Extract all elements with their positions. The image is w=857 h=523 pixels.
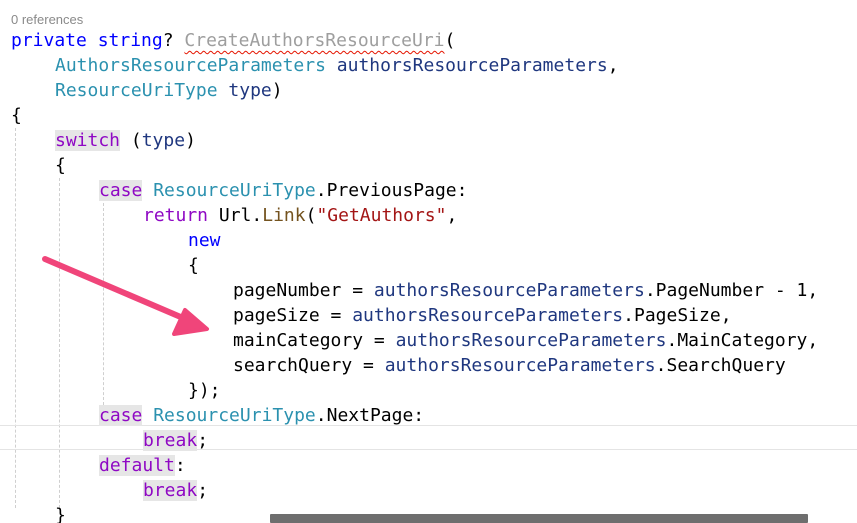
keyword-new: new — [188, 230, 221, 251]
code-line-6: { — [55, 153, 66, 178]
enum-member: .NextPage: — [315, 405, 425, 426]
parameter-name: authorsResourceParameters — [352, 305, 624, 326]
type-name: AuthorsResourceParameters — [55, 55, 326, 76]
code-line-4: { — [11, 103, 22, 128]
parameter-name: type — [141, 130, 186, 151]
comma: , — [607, 55, 619, 76]
current-line-highlight — [0, 425, 857, 450]
close-brace: } — [55, 505, 66, 523]
keyword-break: break — [143, 430, 198, 451]
enum-member: .PreviousPage: — [315, 180, 468, 201]
code-line-7: case ResourceUriType.PreviousPage: — [99, 178, 467, 203]
assignment-target: searchQuery = — [233, 355, 385, 376]
comma: , — [446, 205, 458, 226]
url-object: Url. — [218, 205, 263, 226]
code-line-1: private string? CreateAuthorsResourceUri… — [11, 28, 455, 53]
parameter-name: type — [228, 80, 272, 101]
code-line-3: ResourceUriType type) — [55, 78, 283, 103]
code-line-11: pageNumber = authorsResourceParameters.P… — [233, 278, 818, 303]
assignment-target: mainCategory = — [233, 330, 396, 351]
indent-guide — [103, 203, 104, 410]
code-line-14: searchQuery = authorsResourceParameters.… — [233, 353, 786, 378]
indent-guide — [15, 128, 16, 508]
string-literal: "GetAuthors" — [316, 205, 447, 226]
code-line-12: pageSize = authorsResourceParameters.Pag… — [233, 303, 732, 328]
method-name[interactable]: CreateAuthorsResourceUri — [184, 30, 444, 51]
close-paren: ) — [185, 130, 196, 151]
open-brace: { — [11, 105, 22, 126]
method-call: Link — [262, 205, 306, 226]
open-brace: { — [55, 155, 66, 176]
keyword-break: break — [143, 480, 198, 501]
parameter-name: authorsResourceParameters — [395, 330, 667, 351]
code-line-8: return Url.Link("GetAuthors", — [143, 203, 457, 228]
code-line-16: case ResourceUriType.NextPage: — [99, 403, 424, 428]
code-line-2: AuthorsResourceParameters authorsResourc… — [55, 53, 619, 78]
keyword-case: case — [99, 180, 143, 201]
keyword-string: string — [97, 30, 163, 51]
parameter-name: authorsResourceParameters — [373, 280, 645, 301]
keyword-switch: switch — [55, 130, 121, 151]
colon: : — [174, 455, 186, 476]
type-name: ResourceUriType — [153, 180, 316, 201]
code-line-19: break; — [143, 478, 208, 503]
nullable-mark: ? — [162, 30, 174, 51]
open-paren: ( — [305, 205, 317, 226]
code-line-9: new — [188, 228, 221, 253]
code-line-18: default: — [99, 453, 186, 478]
semicolon: ; — [197, 480, 209, 501]
code-line-15: }); — [188, 378, 221, 403]
assignment-target: pageNumber = — [233, 280, 374, 301]
code-line-10: { — [188, 253, 199, 278]
property-access: .MainCategory, — [666, 330, 819, 351]
parameter-name: authorsResourceParameters — [336, 55, 608, 76]
code-line-20: } — [55, 503, 66, 523]
keyword-return: return — [143, 205, 209, 226]
code-line-17: break; — [143, 428, 208, 453]
codelens-references[interactable]: 0 references — [11, 12, 83, 27]
keyword-case: case — [99, 405, 143, 426]
open-paren: ( — [130, 130, 142, 151]
keyword-private: private — [11, 30, 87, 51]
parameter-name: authorsResourceParameters — [384, 355, 656, 376]
close-object-call: }); — [188, 380, 221, 401]
property-access: .SearchQuery — [655, 355, 786, 376]
horizontal-scrollbar-thumb[interactable] — [270, 514, 808, 523]
open-brace: { — [188, 255, 199, 276]
assignment-target: pageSize = — [233, 305, 353, 326]
code-line-5: switch (type) — [55, 128, 196, 153]
type-name: ResourceUriType — [153, 405, 316, 426]
close-paren: ) — [271, 80, 283, 101]
code-editor[interactable]: 0 references private string? CreateAutho… — [0, 0, 857, 523]
keyword-default: default — [99, 455, 175, 476]
code-line-13: mainCategory = authorsResourceParameters… — [233, 328, 818, 353]
property-access: .PageSize, — [623, 305, 732, 326]
indent-guide — [59, 178, 60, 508]
semicolon: ; — [197, 430, 209, 451]
open-paren: ( — [444, 30, 456, 51]
type-name: ResourceUriType — [55, 80, 218, 101]
property-access: .PageNumber - 1, — [644, 280, 819, 301]
